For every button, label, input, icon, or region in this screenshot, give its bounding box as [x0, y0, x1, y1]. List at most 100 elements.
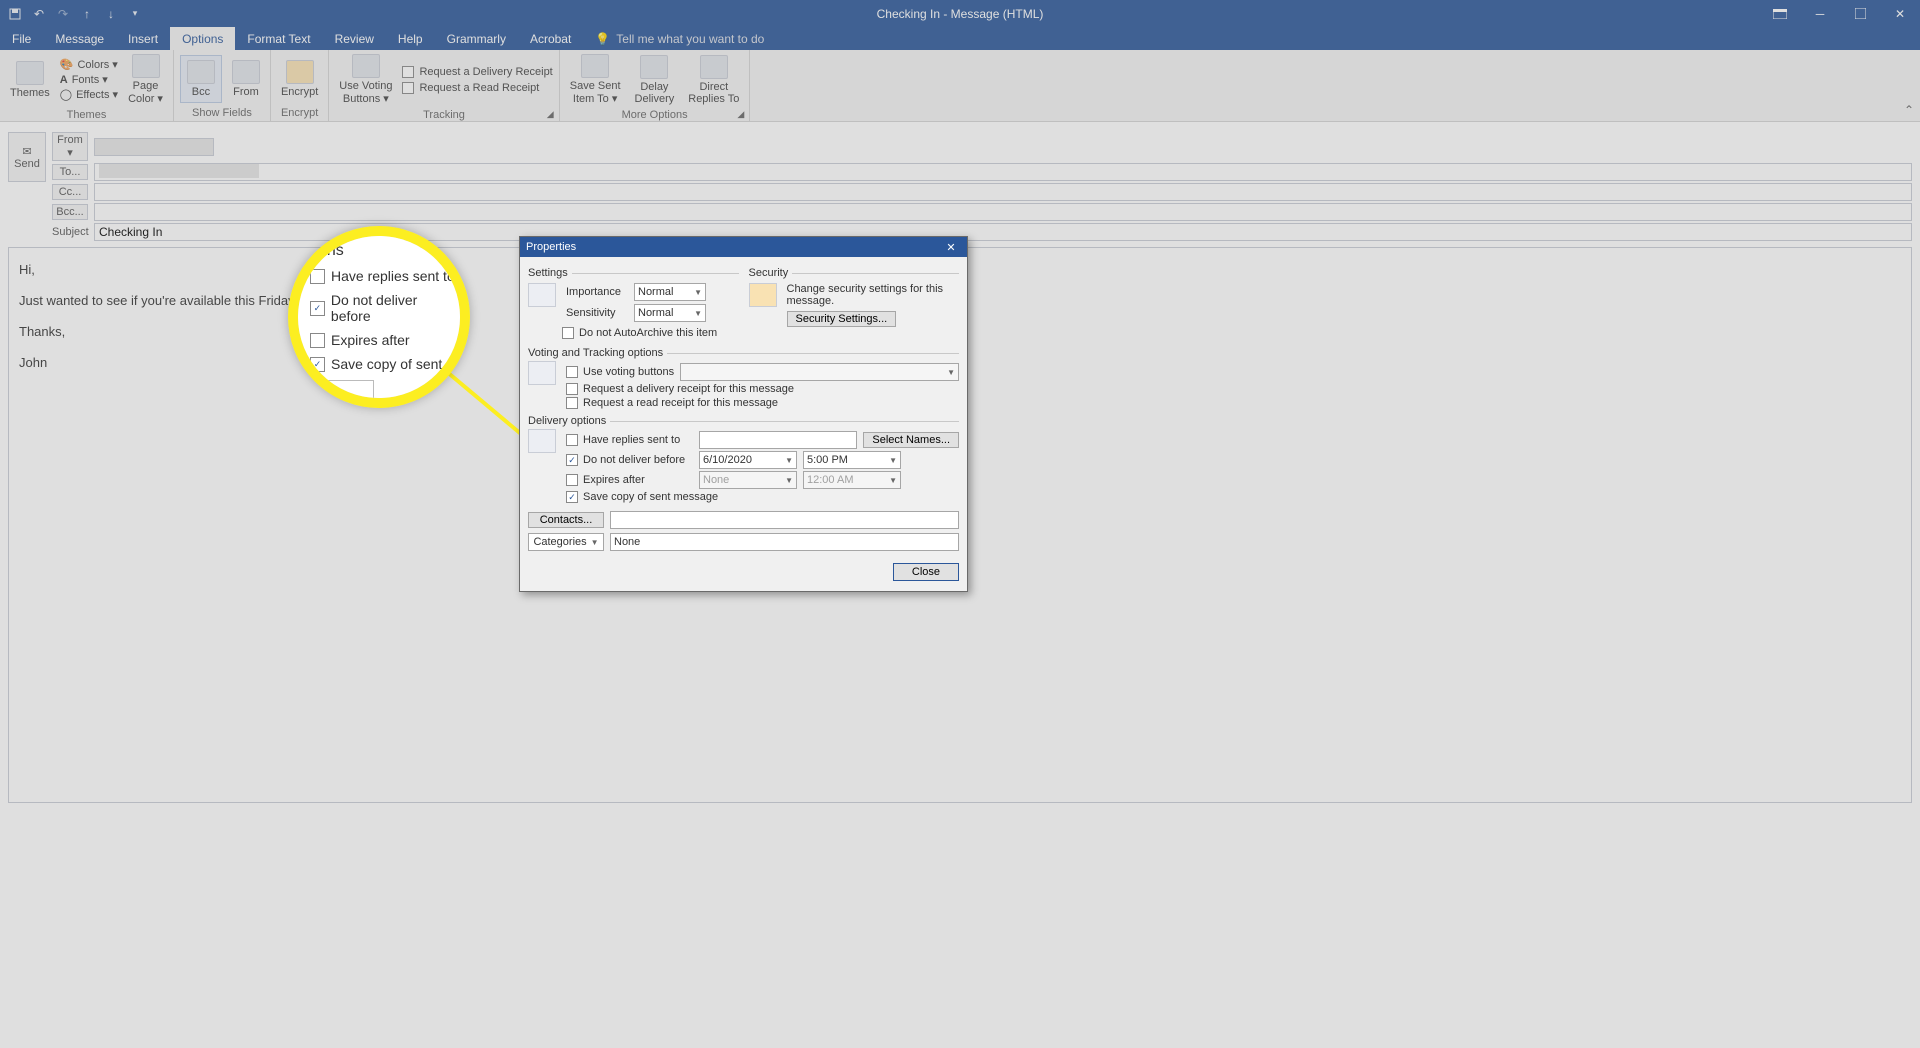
dialog-title: Properties [526, 241, 576, 253]
from-dropdown[interactable]: From ▾ [52, 132, 88, 161]
from-button[interactable]: From [228, 58, 264, 100]
encrypt-group-label: Encrypt [271, 107, 328, 121]
sensitivity-select[interactable]: Normal▼ [634, 304, 706, 322]
cc-field[interactable] [94, 183, 1912, 201]
expires-after-checkbox[interactable]: Expires after [566, 474, 693, 486]
delay-delivery-button[interactable]: Delay Delivery [631, 53, 679, 107]
expires-date-select[interactable]: None ▼ [699, 471, 797, 489]
security-settings-button[interactable]: Security Settings... [787, 311, 897, 327]
direct-replies-button[interactable]: Direct Replies To [684, 53, 743, 107]
request-read-checkbox[interactable]: Request a read receipt for this message [566, 397, 959, 409]
deliver-date-value: 6/10/2020 [703, 454, 752, 466]
send-button[interactable]: ✉ Send [8, 132, 46, 182]
bcc-button[interactable]: Bcc [180, 55, 222, 103]
voting-buttons[interactable]: Use Voting Buttons ▾ [335, 52, 396, 107]
expires-time-select[interactable]: 12:00 AM▼ [803, 471, 901, 489]
security-lock-icon [749, 283, 777, 307]
use-voting-checkbox[interactable]: Use voting buttons [566, 366, 674, 378]
dialog-close-button[interactable]: ✕ [941, 241, 961, 254]
have-replies-checkbox[interactable]: Have replies sent to [566, 434, 693, 446]
voting-options-select[interactable]: ▼ [680, 363, 959, 381]
themes-button[interactable]: Themes [6, 59, 54, 101]
checkbox-icon: ✓ [566, 454, 578, 466]
categories-field[interactable]: None [610, 533, 959, 551]
qat-customize-icon[interactable]: ▾ [128, 7, 142, 21]
effects-button[interactable]: ◯Effects ▾ [60, 88, 118, 101]
tell-me[interactable]: 💡 Tell me what you want to do [583, 27, 776, 50]
minimize-icon[interactable]: ─ [1800, 0, 1840, 27]
do-not-deliver-before-checkbox[interactable]: ✓Do not deliver before [566, 454, 693, 466]
deliver-time-select[interactable]: 5:00 PM▼ [803, 451, 901, 469]
chevron-down-icon: ▼ [785, 476, 793, 485]
tab-acrobat[interactable]: Acrobat [518, 27, 583, 50]
redo-icon[interactable]: ↷ [56, 7, 70, 21]
chevron-down-icon: ▼ [591, 538, 599, 547]
request-delivery-checkbox[interactable]: Request a delivery receipt for this mess… [566, 383, 959, 395]
importance-select[interactable]: Normal▼ [634, 283, 706, 301]
fonts-label: Fonts ▾ [72, 73, 108, 86]
magnifier-row: Do not deliver before [331, 292, 460, 324]
tracking-dialog-launcher-icon[interactable]: ◢ [547, 109, 557, 119]
delay-label: Delay Delivery [635, 81, 675, 105]
deliver-time-value: 5:00 PM [807, 454, 848, 466]
checkbox-icon [566, 397, 578, 409]
tab-file[interactable]: File [0, 27, 43, 50]
request-read-receipt[interactable]: Request a Read Receipt [402, 82, 552, 94]
direct-replies-icon [700, 55, 728, 79]
select-names-button[interactable]: Select Names... [863, 432, 959, 448]
compose-header: ✉ Send From ▾ redacted To... Cc... Bcc...… [0, 122, 1920, 243]
autoarchive-checkbox[interactable]: Do not AutoArchive this item [562, 327, 739, 339]
expires-date-value: None [703, 474, 729, 486]
tab-grammarly[interactable]: Grammarly [435, 27, 518, 50]
themes-icon [16, 61, 44, 85]
ribbon-tabs: File Message Insert Options Format Text … [0, 27, 1920, 50]
contacts-button[interactable]: Contacts... [528, 512, 604, 528]
lock-icon [286, 60, 314, 84]
bcc-field[interactable] [94, 203, 1912, 221]
req-delivery-label: Request a delivery receipt for this mess… [583, 383, 794, 395]
save-icon[interactable] [8, 7, 22, 21]
from-field[interactable]: redacted [94, 138, 214, 156]
autoarchive-label: Do not AutoArchive this item [579, 327, 717, 339]
checkbox-icon: ✓ [566, 491, 578, 503]
tab-review[interactable]: Review [323, 27, 386, 50]
chevron-down-icon: ▼ [785, 456, 793, 465]
down-arrow-icon[interactable]: ↓ [104, 7, 118, 21]
checkbox-icon [562, 327, 574, 339]
close-button[interactable]: Close [893, 563, 959, 581]
encrypt-button[interactable]: Encrypt [277, 58, 322, 100]
tab-format-text[interactable]: Format Text [235, 27, 322, 50]
save-copy-checkbox[interactable]: ✓Save copy of sent message [566, 491, 959, 503]
bcc-label: Bcc [192, 86, 210, 98]
tab-help[interactable]: Help [386, 27, 435, 50]
sensitivity-label: Sensitivity [566, 307, 628, 319]
req-read-label: Request a read receipt for this message [583, 397, 778, 409]
deliver-date-select[interactable]: 6/10/2020 ▼ [699, 451, 797, 469]
to-button[interactable]: To... [52, 164, 88, 180]
display-mode-icon[interactable] [1760, 0, 1800, 27]
tab-insert[interactable]: Insert [116, 27, 170, 50]
page-color-button[interactable]: Page Color ▾ [124, 52, 167, 107]
window-title: Checking In - Message (HTML) [877, 7, 1044, 21]
tab-options[interactable]: Options [170, 27, 235, 50]
more-options-dialog-launcher-icon[interactable]: ◢ [737, 109, 747, 119]
fonts-button[interactable]: AFonts ▾ [60, 73, 118, 86]
maximize-icon[interactable] [1840, 0, 1880, 27]
close-icon[interactable]: ✕ [1880, 0, 1920, 27]
contacts-field[interactable] [610, 511, 959, 529]
up-arrow-icon[interactable]: ↑ [80, 7, 94, 21]
categories-button[interactable]: Categories▼ [528, 533, 604, 551]
collapse-ribbon-icon[interactable]: ⌃ [1904, 103, 1914, 117]
tab-message[interactable]: Message [43, 27, 116, 50]
have-replies-field[interactable] [699, 431, 857, 449]
to-field[interactable] [94, 163, 1912, 181]
bcc-button[interactable]: Bcc... [52, 204, 88, 220]
undo-icon[interactable]: ↶ [32, 7, 46, 21]
checkbox-icon [310, 269, 325, 284]
cc-button[interactable]: Cc... [52, 184, 88, 200]
colors-button[interactable]: 🎨Colors ▾ [60, 58, 118, 71]
request-delivery-receipt[interactable]: Request a Delivery Receipt [402, 66, 552, 78]
voting-label: Use Voting Buttons ▾ [339, 80, 392, 105]
effects-icon: ◯ [60, 88, 72, 101]
save-sent-button[interactable]: Save Sent Item To ▾ [566, 52, 625, 107]
